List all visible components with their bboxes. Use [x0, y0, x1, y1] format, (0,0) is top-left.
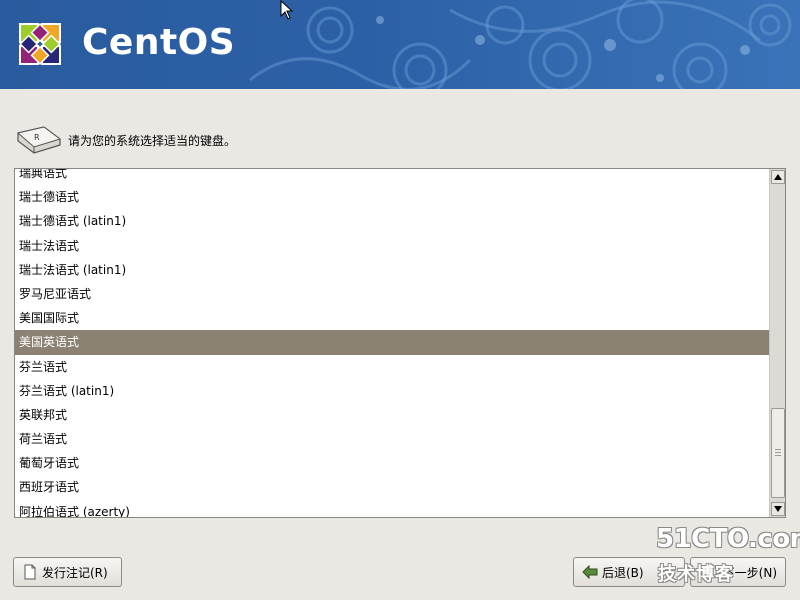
next-label: 下一步(N) [722, 565, 777, 580]
next-button[interactable]: 下一步(N) [690, 557, 786, 587]
list-item[interactable]: 罗马尼亚语式 [15, 282, 769, 306]
header-banner: CentOS [0, 0, 800, 89]
list-item[interactable]: 西班牙语式 [15, 475, 769, 499]
list-item[interactable]: 英联邦式 [15, 403, 769, 427]
list-item[interactable]: 瑞典语式 [15, 169, 769, 185]
list-item[interactable]: 瑞士德语式 (latin1) [15, 209, 769, 233]
arrow-up-icon [774, 174, 782, 180]
keyboard-layout-list[interactable]: 瑞典语式 瑞士德语式 瑞士德语式 (latin1) 瑞士法语式 瑞士法语式 (latin… [14, 168, 786, 518]
list-item[interactable]: 阿拉伯语式 (azerty) [15, 500, 769, 517]
back-label: 后退(B) [602, 565, 644, 580]
arrow-down-icon [774, 506, 782, 512]
back-button[interactable]: 后退(B) [573, 557, 685, 587]
keyboard-prompt: R 请为您的系统选择适当的键盘。 [14, 122, 236, 158]
release-notes-button[interactable]: 发行注记(R) [13, 557, 122, 587]
list-item[interactable]: 美国国际式 [15, 306, 769, 330]
scroll-up-button[interactable] [771, 170, 785, 184]
arrow-left-icon [582, 564, 598, 580]
list-item[interactable]: 瑞士德语式 [15, 185, 769, 209]
list-items: 瑞典语式 瑞士德语式 瑞士德语式 (latin1) 瑞士法语式 瑞士法语式 (latin… [15, 169, 769, 517]
centos-logo-icon [19, 23, 61, 65]
mouse-cursor-icon [280, 0, 294, 20]
prompt-text: 请为您的系统选择适当的键盘。 [68, 133, 237, 148]
watermark-main: 51CTO.com [656, 524, 800, 554]
list-item[interactable]: 芬兰语式 (latin1) [15, 379, 769, 403]
document-icon [24, 564, 36, 580]
scroll-down-button[interactable] [771, 502, 785, 516]
list-item[interactable]: 美国英语式 [15, 330, 769, 355]
scrollbar-thumb[interactable] [771, 408, 785, 498]
release-notes-label: 发行注记(R) [42, 565, 108, 580]
vertical-scrollbar[interactable] [769, 169, 785, 517]
svg-text:R: R [34, 133, 40, 142]
brand-title: CentOS [82, 22, 236, 63]
list-viewport: 瑞典语式 瑞士德语式 瑞士德语式 (latin1) 瑞士法语式 瑞士法语式 (latin… [15, 169, 769, 517]
list-item[interactable]: 瑞士法语式 [15, 234, 769, 258]
list-item[interactable]: 葡萄牙语式 [15, 451, 769, 475]
list-item[interactable]: 芬兰语式 [15, 355, 769, 379]
keyboard-icon: R [16, 126, 62, 154]
list-item[interactable]: 荷兰语式 [15, 427, 769, 451]
list-item[interactable]: 瑞士法语式 (latin1) [15, 258, 769, 282]
